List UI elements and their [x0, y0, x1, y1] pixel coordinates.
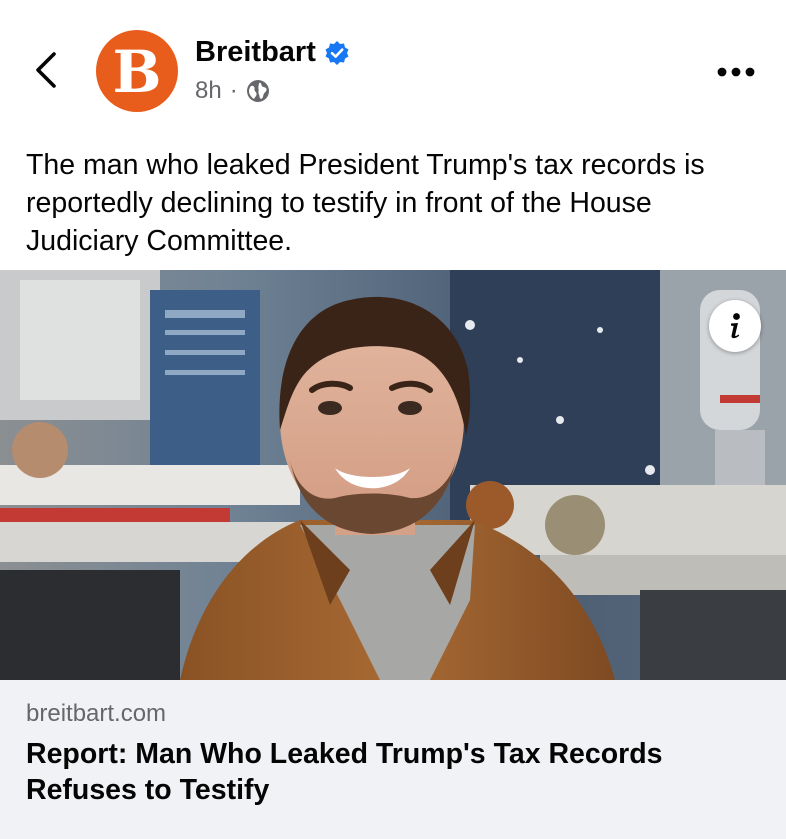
article-photo-image: [0, 270, 786, 680]
back-button[interactable]: [28, 48, 64, 92]
info-button[interactable]: [709, 300, 761, 352]
avatar-logo-letter: B: [112, 38, 162, 106]
info-icon: [731, 313, 740, 339]
link-headline[interactable]: Report: Man Who Leaked Trump's Tax Recor…: [26, 736, 766, 808]
chevron-left-icon: [36, 52, 56, 88]
page-name[interactable]: Breitbart: [195, 36, 316, 69]
post-time[interactable]: 8h: [195, 77, 222, 105]
more-horizontal-icon: [717, 67, 755, 77]
more-options-button[interactable]: [712, 60, 760, 84]
post-caption: The man who leaked President Trump's tax…: [26, 149, 705, 257]
link-domain: breitbart.com: [26, 700, 167, 727]
verified-badge-icon: [325, 40, 349, 65]
post-meta: 8h ·: [195, 77, 270, 105]
globe-icon: [246, 80, 269, 102]
meta-separator: ·: [229, 77, 238, 104]
avatar[interactable]: B: [96, 30, 178, 112]
post-header: B Breitbart 8h ·: [0, 0, 786, 140]
link-preview-card[interactable]: breitbart.com Report: Man Who Leaked Tru…: [0, 680, 786, 839]
page-name-row: Breitbart: [195, 36, 350, 69]
article-photo[interactable]: [0, 270, 786, 680]
